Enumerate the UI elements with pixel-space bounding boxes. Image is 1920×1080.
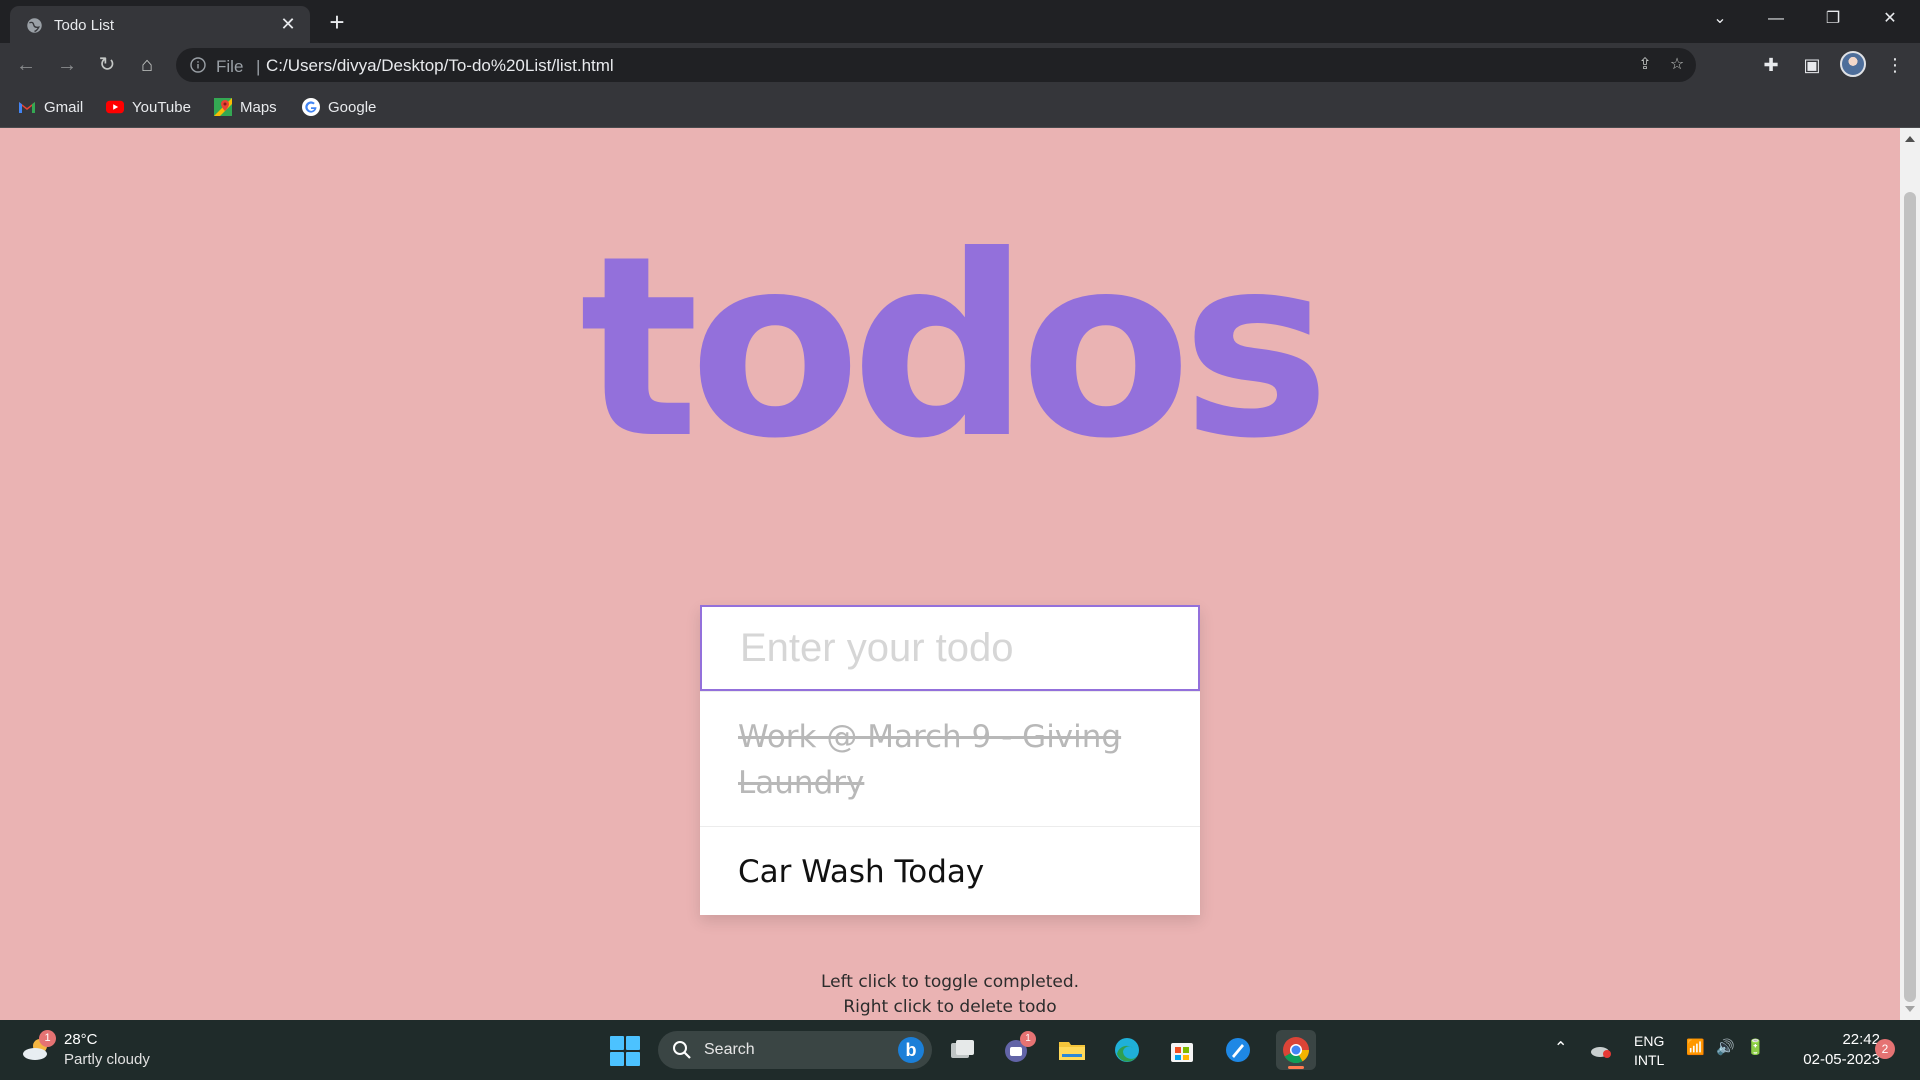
teams-badge: 1 bbox=[1020, 1031, 1036, 1047]
bookmark-label: Maps bbox=[240, 98, 277, 116]
browser-tab[interactable]: Todo List ✕ bbox=[10, 6, 310, 43]
onedrive-icon[interactable] bbox=[1590, 1042, 1612, 1058]
tab-title: Todo List bbox=[54, 17, 115, 34]
search-label: Search bbox=[704, 1041, 755, 1058]
weather-temp: 28°C bbox=[64, 1031, 98, 1048]
bookmark-gmail[interactable]: Gmail bbox=[18, 96, 83, 118]
home-icon[interactable]: ⌂ bbox=[131, 49, 163, 81]
active-indicator bbox=[1288, 1066, 1304, 1069]
todo-item-completed[interactable]: Work @ March 9 - Giving Laundry bbox=[700, 691, 1200, 826]
browser-title-bar: Todo List ✕ + ⌄ — ❐ ✕ bbox=[0, 0, 1920, 43]
windows-taskbar: 1 28°C Partly cloudy Search b 1 ⌃ ENG IN… bbox=[0, 1020, 1920, 1080]
back-arrow-icon[interactable]: ← bbox=[10, 49, 42, 81]
info-icon[interactable] bbox=[190, 57, 206, 73]
globe-icon bbox=[27, 18, 42, 33]
scroll-down-arrow-icon[interactable] bbox=[1905, 1006, 1915, 1012]
bookmark-google[interactable]: Google bbox=[302, 96, 376, 118]
chrome-icon bbox=[1283, 1037, 1310, 1064]
tab-search-icon[interactable]: ⌄ bbox=[1700, 4, 1740, 34]
todo-input[interactable] bbox=[700, 605, 1200, 691]
google-icon bbox=[302, 98, 320, 116]
bing-icon[interactable]: b bbox=[898, 1037, 924, 1063]
tray-overflow-chevron-icon[interactable]: ⌃ bbox=[1554, 1038, 1567, 1058]
task-view-icon[interactable] bbox=[946, 1034, 978, 1066]
bookmark-maps[interactable]: Maps bbox=[214, 96, 277, 118]
address-bar[interactable]: File | C:/Users/divya/Desktop/To-do%20Li… bbox=[176, 48, 1696, 82]
weather-desc: Partly cloudy bbox=[64, 1051, 150, 1068]
gmail-icon bbox=[19, 102, 35, 113]
page-title: todos bbox=[579, 202, 1331, 493]
close-window-button[interactable]: ✕ bbox=[1870, 4, 1910, 34]
side-panel-icon[interactable]: ▣ bbox=[1797, 50, 1827, 80]
forward-arrow-icon[interactable]: → bbox=[51, 49, 83, 81]
todo-card: Work @ March 9 - Giving Laundry Car Wash… bbox=[700, 605, 1200, 915]
volume-icon[interactable]: 🔊 bbox=[1716, 1038, 1735, 1056]
microsoft-store-icon[interactable] bbox=[1166, 1034, 1198, 1066]
app-rocket-icon[interactable] bbox=[1222, 1034, 1254, 1066]
scroll-up-arrow-icon[interactable] bbox=[1905, 136, 1915, 142]
notification-badge[interactable]: 2 bbox=[1875, 1039, 1895, 1059]
bookmark-label: Gmail bbox=[44, 98, 84, 116]
start-windows-icon[interactable] bbox=[610, 1036, 640, 1066]
url-scheme-label: File bbox=[216, 57, 244, 76]
weather-badge: 1 bbox=[39, 1030, 56, 1047]
page-scrollbar[interactable] bbox=[1900, 128, 1920, 1020]
share-icon[interactable]: ⇪ bbox=[1634, 54, 1656, 76]
edge-browser-icon[interactable] bbox=[1111, 1034, 1143, 1066]
scrollbar-thumb[interactable] bbox=[1904, 192, 1916, 1002]
wifi-icon[interactable]: 📶 bbox=[1686, 1038, 1705, 1056]
url-text[interactable]: C:/Users/divya/Desktop/To-do%20List/list… bbox=[266, 56, 614, 76]
youtube-icon bbox=[106, 100, 124, 114]
url-separator: | bbox=[256, 57, 261, 76]
weather-widget[interactable]: 1 28°C Partly cloudy bbox=[22, 1030, 172, 1072]
chrome-taskbar-button[interactable] bbox=[1276, 1030, 1316, 1070]
language-indicator[interactable]: ENG INTL bbox=[1634, 1032, 1664, 1070]
bookmark-youtube[interactable]: YouTube bbox=[106, 96, 191, 118]
search-icon bbox=[673, 1041, 691, 1059]
taskbar-clock[interactable]: 22:42 02-05-2023 bbox=[1780, 1030, 1880, 1070]
battery-icon[interactable]: 🔋 bbox=[1746, 1038, 1765, 1056]
delete-hint: Right click to delete todo bbox=[843, 997, 1057, 1017]
bookmark-star-icon[interactable]: ☆ bbox=[1666, 54, 1688, 76]
menu-kebab-icon[interactable]: ⋮ bbox=[1880, 50, 1910, 80]
extensions-icon[interactable]: ✚ bbox=[1756, 50, 1786, 80]
bookmark-label: YouTube bbox=[132, 98, 191, 116]
bookmarks-bar: Gmail YouTube Maps Google bbox=[0, 87, 1920, 128]
bookmark-label: Google bbox=[328, 98, 377, 116]
todo-list: Work @ March 9 - Giving Laundry Car Wash… bbox=[700, 691, 1200, 915]
browser-toolbar: ← → ↻ ⌂ File | C:/Users/divya/Desktop/To… bbox=[0, 43, 1920, 87]
toggle-hint: Left click to toggle completed. bbox=[820, 972, 1080, 992]
new-tab-button[interactable]: + bbox=[322, 8, 352, 38]
maps-icon bbox=[214, 98, 232, 116]
reload-icon[interactable]: ↻ bbox=[91, 49, 123, 81]
todo-item[interactable]: Car Wash Today bbox=[700, 826, 1200, 915]
file-explorer-icon[interactable] bbox=[1056, 1034, 1088, 1066]
clock-date: 02-05-2023 bbox=[1803, 1051, 1880, 1068]
minimize-button[interactable]: — bbox=[1756, 4, 1796, 34]
lang-line1: ENG bbox=[1634, 1033, 1665, 1049]
profile-avatar[interactable] bbox=[1840, 51, 1866, 77]
lang-line2: INTL bbox=[1634, 1052, 1665, 1068]
taskbar-search[interactable]: Search b bbox=[658, 1031, 932, 1069]
restore-button[interactable]: ❐ bbox=[1813, 4, 1853, 34]
page-viewport: todos Work @ March 9 - Giving Laundry Ca… bbox=[0, 128, 1900, 1020]
tab-close-icon[interactable]: ✕ bbox=[276, 12, 300, 36]
clock-time: 22:42 bbox=[1842, 1031, 1880, 1048]
